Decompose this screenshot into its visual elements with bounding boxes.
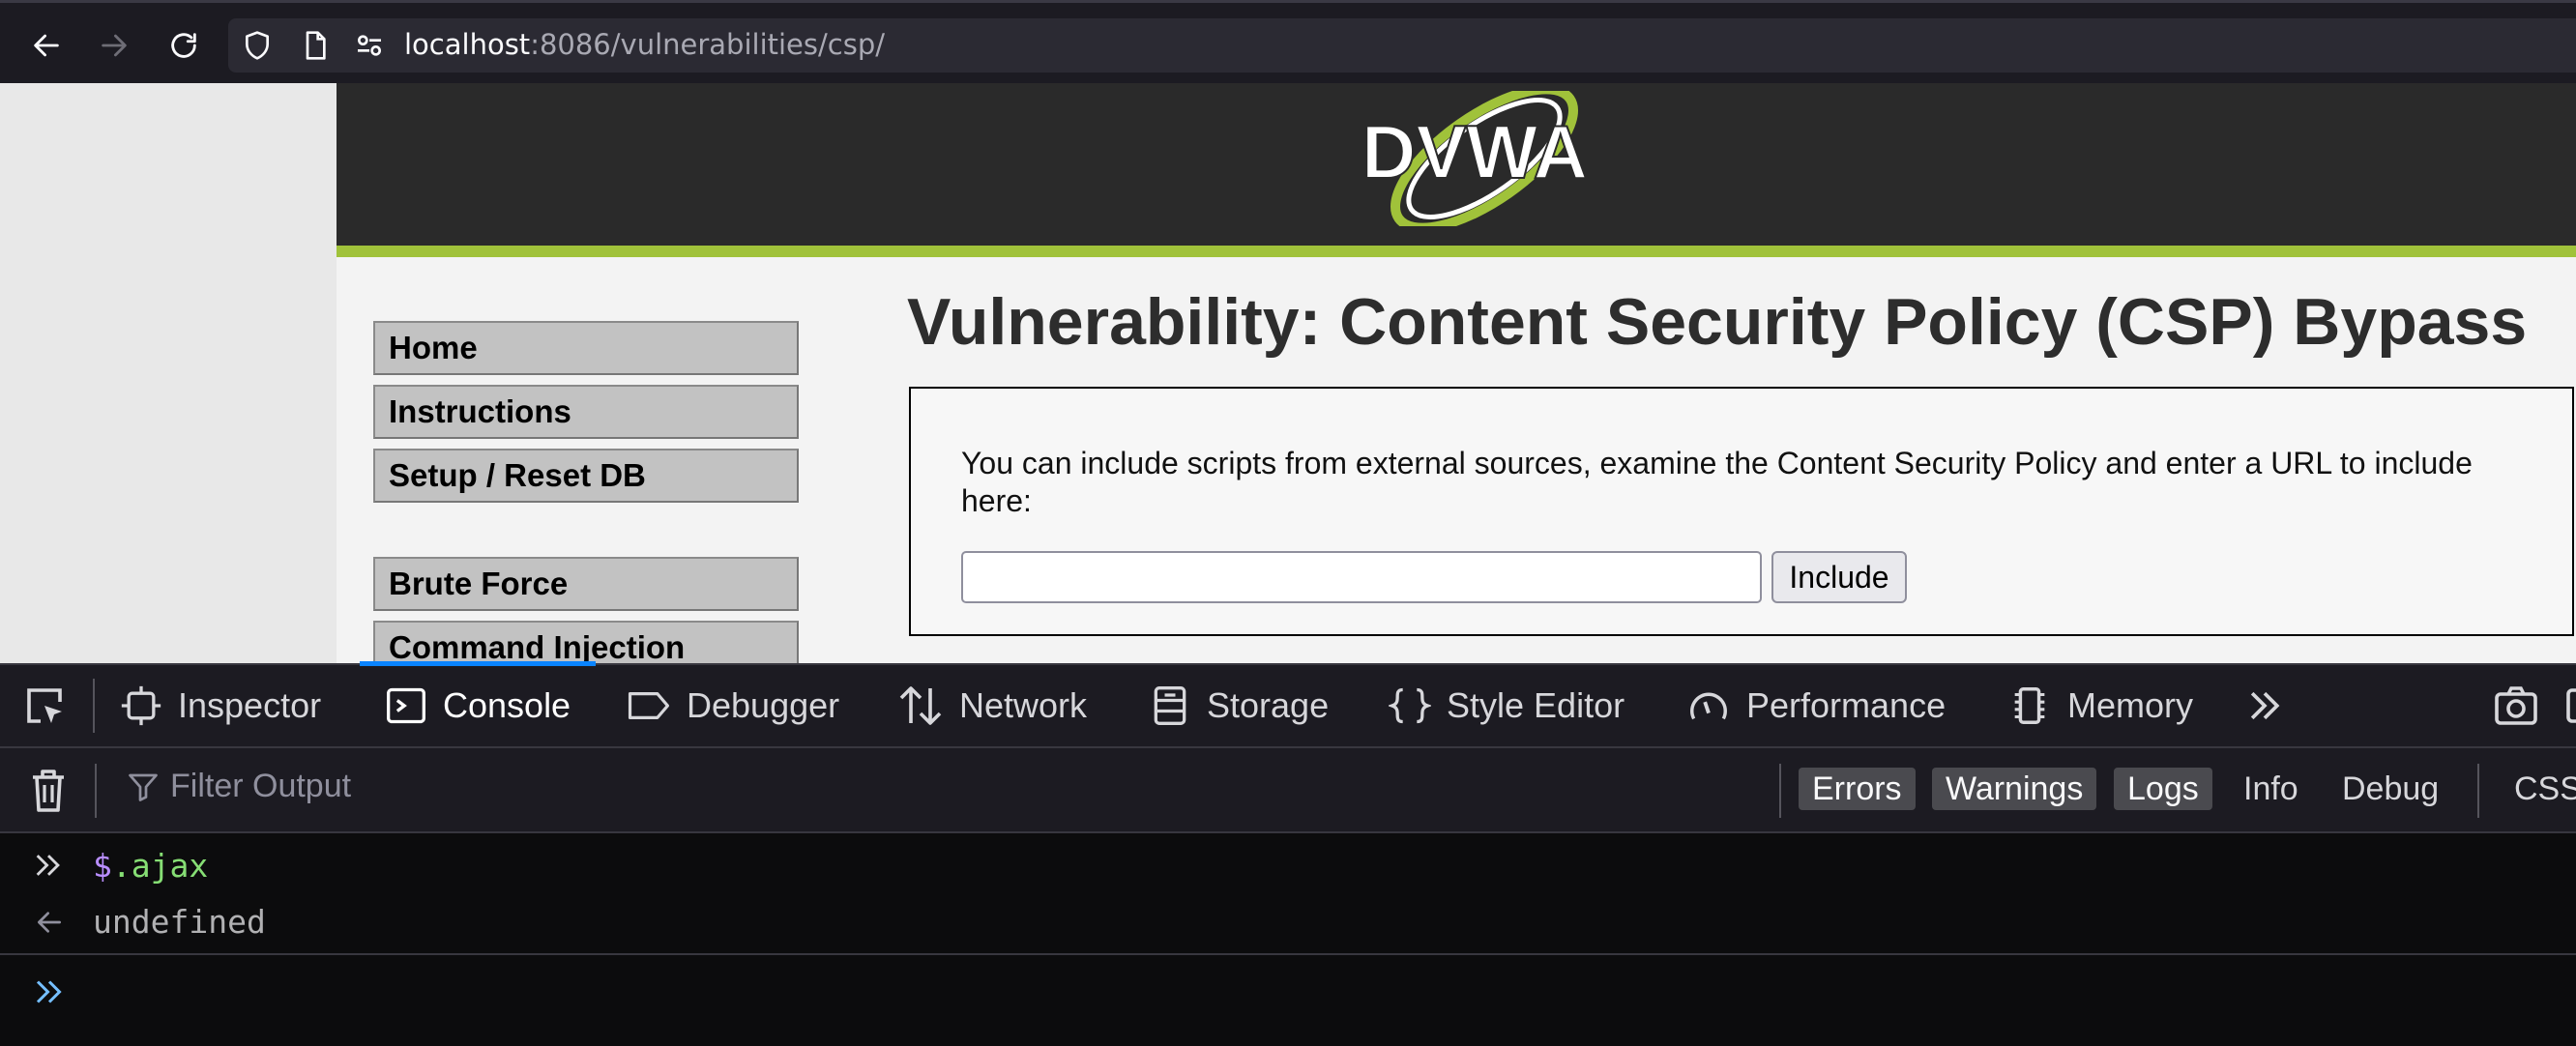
menu-item-brute-force[interactable]: Brute Force [373, 557, 799, 611]
double-chevron-icon [2250, 691, 2280, 720]
reload-button[interactable] [162, 24, 205, 67]
page-content: Home Instructions Setup / Reset DB Brute… [337, 257, 2576, 663]
camera-icon [2495, 686, 2537, 725]
console-input-text: $.ajax [93, 847, 208, 885]
shield-icon [246, 31, 269, 60]
back-arrow-icon [34, 34, 59, 57]
tab-memory[interactable]: Memory [2007, 665, 2193, 746]
tab-storage-label: Storage [1207, 685, 1330, 725]
site-permissions-icon[interactable] [354, 30, 385, 61]
console-prompt[interactable] [0, 953, 2576, 1046]
tab-inspector[interactable]: Inspector [120, 665, 321, 746]
dock-options-button[interactable] [2564, 665, 2576, 746]
tab-network[interactable]: Network [897, 665, 1087, 746]
url-host: localhost [404, 28, 531, 61]
console-result-row: undefined [0, 895, 2576, 947]
back-button[interactable] [25, 24, 68, 67]
tab-debugger-label: Debugger [687, 685, 840, 725]
dock-icon [2566, 688, 2576, 723]
forward-button[interactable] [93, 24, 135, 67]
trash-icon[interactable] [27, 768, 70, 814]
tab-console-label: Console [443, 685, 571, 725]
forward-arrow-icon [102, 34, 127, 57]
memory-chip-icon [2014, 687, 2045, 724]
include-button[interactable]: Include [1771, 551, 1907, 603]
url-text[interactable]: localhost:8086/vulnerabilities/csp/ [404, 28, 885, 61]
include-url-input[interactable] [961, 551, 1762, 603]
filter-css[interactable]: CSS [2501, 768, 2576, 810]
debugger-icon [628, 692, 670, 719]
tab-performance[interactable]: Performance [1686, 665, 1946, 746]
web-page: DVWA Home Instructions Setup / Reset DB … [0, 83, 2576, 663]
element-picker-button[interactable] [21, 665, 83, 746]
console-input-property: .ajax [111, 847, 209, 885]
tab-memory-label: Memory [2067, 685, 2194, 725]
tab-separator [93, 679, 95, 733]
filter-separator [1779, 764, 1781, 818]
storage-icon [1154, 686, 1186, 725]
menu-item-home[interactable]: Home [373, 321, 799, 375]
console-input-dollar: $ [93, 847, 112, 885]
menu-item-instructions[interactable]: Instructions [373, 385, 799, 439]
menu-item-command-injection[interactable]: Command Injection [373, 621, 799, 663]
reload-icon [171, 33, 196, 58]
tab-storage[interactable]: Storage [1149, 665, 1329, 746]
filter-separator-2 [2477, 764, 2479, 818]
console-result-value: undefined [93, 903, 266, 941]
console-toolbar: Filter Output Errors Warnings Logs Info … [0, 746, 2576, 833]
tab-inspector-label: Inspector [178, 685, 322, 725]
network-icon [899, 686, 942, 725]
browser-toolbar: localhost:8086/vulnerabilities/csp/ [0, 0, 2576, 83]
tab-style-editor-label: Style Editor [1447, 685, 1625, 725]
filter-errors[interactable]: Errors [1799, 768, 1916, 810]
menu-item-setup[interactable]: Setup / Reset DB [373, 449, 799, 503]
tab-console[interactable]: Console [359, 661, 597, 746]
braces-icon [1389, 687, 1431, 724]
devtools-panel: Inspector Console Debugger Network Stora… [0, 661, 2576, 1046]
filter-info[interactable]: Info [2230, 768, 2312, 810]
gauge-icon [1690, 692, 1727, 720]
filter-placeholder: Filter Output [170, 768, 352, 804]
url-path: :8086/vulnerabilities/csp/ [530, 28, 886, 61]
tab-network-label: Network [959, 685, 1088, 725]
tab-performance-label: Performance [1746, 685, 1947, 725]
console-icon [387, 687, 425, 724]
funnel-icon [129, 773, 158, 801]
page-icon [306, 31, 326, 60]
devtools-tabbar: Inspector Console Debugger Network Stora… [0, 661, 2576, 746]
tab-debugger[interactable]: Debugger [627, 665, 839, 746]
element-picker-icon [27, 688, 62, 723]
filter-warnings[interactable]: Warnings [1932, 768, 2097, 810]
console-input-row: $.ajax [0, 841, 2576, 889]
toolbar-separator [95, 764, 97, 818]
input-chevron-icon [36, 855, 60, 876]
dvwa-logo: DVWA [1361, 91, 1589, 226]
filter-output-input[interactable]: Filter Output [126, 768, 351, 805]
screenshot-button[interactable] [2493, 665, 2555, 746]
dvwa-header: DVWA [337, 83, 2576, 257]
dvwa-logo-text: DVWA [1361, 109, 1588, 194]
inspector-icon [121, 685, 161, 726]
prompt-chevron-icon [36, 980, 62, 1003]
more-tools-button[interactable] [2243, 665, 2301, 746]
page-title: Vulnerability: Content Security Policy (… [907, 285, 2528, 359]
filter-logs[interactable]: Logs [2114, 768, 2212, 810]
result-arrow-icon [38, 912, 61, 933]
tab-style-editor[interactable]: Style Editor [1389, 665, 1625, 746]
filter-debug[interactable]: Debug [2328, 768, 2452, 810]
csp-form-box: You can include scripts from external so… [909, 387, 2574, 636]
csp-description: You can include scripts from external so… [961, 446, 2473, 518]
